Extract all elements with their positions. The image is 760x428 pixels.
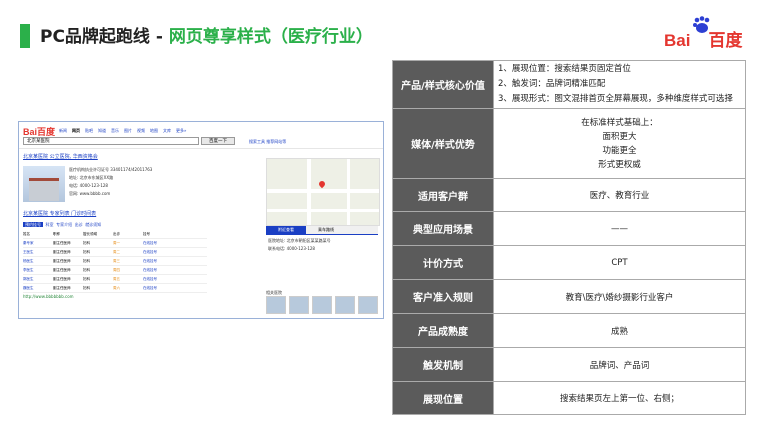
result-line: 电话: 4000-123-128 — [69, 183, 108, 188]
slide-title: PC品牌起跑线 - 网页尊享样式（医疗行业） — [40, 22, 373, 47]
screenshot-top-right[interactable]: 搜索工具 推荐网站等 — [249, 139, 286, 145]
sub-tab[interactable]: 专家介绍 — [56, 222, 72, 227]
table-row: 适用客户群 医疗、教育行业 — [392, 178, 746, 212]
row-value: 1、展现位置：搜索结果页固定首位 2、触发词：品牌词精准匹配 3、展现形式：图文… — [493, 60, 746, 109]
map-tab[interactable]: 附近查看 — [266, 226, 306, 234]
row-value: 医疗、教育行业 — [493, 178, 746, 212]
map-tabs: 附近查看 乘车路线 — [266, 226, 378, 235]
nav-item[interactable]: 地图 — [150, 128, 158, 133]
slide-title-highlight: 网页尊享样式（医疗行业） — [168, 27, 373, 47]
screenshot-search-input[interactable]: 北京某医院 — [23, 137, 199, 145]
table-row: 触发机制 品牌词、产品词 — [392, 347, 746, 382]
sub-tabs: 预约挂号 科室 专家介绍 出诊 就诊须知 — [23, 222, 101, 228]
table-row: 展现位置 搜索结果页左上第一位、右侧； — [392, 381, 746, 415]
row-label: 典型应用场景 — [392, 211, 494, 246]
nav-item[interactable]: 知道 — [98, 128, 106, 133]
doctor-table: 姓名 职称 擅长领域 出诊 挂号 秦专家 副主任医师 妇科 周一 在线挂号 王医生 副主任医师 妇科… — [23, 230, 207, 293]
table-row: 李医生 副主任医师 妇科 周四 在线挂号 — [23, 266, 207, 275]
table-row: 姓名 职称 擅长领域 出诊 挂号 — [23, 230, 207, 239]
nav-item[interactable]: 视频 — [137, 128, 145, 133]
nav-item[interactable]: 音乐 — [111, 128, 119, 133]
related-thumb[interactable] — [312, 296, 332, 314]
table-row: 魏医生 副主任医师 妇科 周六 在线挂号 — [23, 284, 207, 293]
sub-tab[interactable]: 出诊 — [75, 222, 83, 227]
table-row: 计价方式 CPT — [392, 245, 746, 280]
related-hospitals: 相关医院 — [266, 290, 378, 314]
sub-tab[interactable]: 就诊须知 — [85, 222, 101, 227]
map-pin-icon — [317, 179, 327, 189]
related-thumb[interactable] — [266, 296, 286, 314]
table-row: 媒体/样式优势 在标准样式基础上： 面积更大 功能更全 形式更权威 — [392, 108, 746, 179]
result-title-link[interactable]: 北京某医院 公立医院, 华西资格会 — [23, 153, 98, 160]
table-row: 产品成熟度 成熟 — [392, 313, 746, 348]
baidu-logo-text: Bai — [664, 31, 691, 50]
product-info-table: 产品/样式核心价值 1、展现位置：搜索结果页固定首位 2、触发词：品牌词精准匹配… — [392, 60, 746, 415]
row-value: 搜索结果页左上第一位、右侧； — [493, 381, 746, 415]
related-thumb[interactable] — [289, 296, 309, 314]
screenshot-nav: 新闻 网页 贴吧 知道 音乐 图片 视频 地图 文库 更多» — [59, 128, 191, 134]
row-value: 教育\医疗\婚纱摄影行业客户 — [493, 279, 746, 314]
row-value: 成熟 — [493, 313, 746, 348]
sub-tab[interactable]: 科室 — [46, 222, 54, 227]
nav-item[interactable]: 网页 — [72, 128, 80, 133]
baidu-logo-cn: 百度 — [708, 31, 743, 50]
sub-tab[interactable]: 预约挂号 — [23, 222, 43, 227]
result-url: http://www.bbbbbbb.com — [23, 294, 74, 299]
title-accent-bar — [20, 24, 30, 48]
table-row: 典型应用场景 —— — [392, 211, 746, 246]
result-line: 地址: 北京市东城区XX路 — [69, 175, 114, 180]
table-row: 客户准入规则 教育\医疗\婚纱摄影行业客户 — [392, 279, 746, 314]
row-label: 客户准入规则 — [392, 279, 494, 314]
row-label: 媒体/样式优势 — [392, 108, 494, 179]
row-label: 计价方式 — [392, 245, 494, 280]
row-label: 产品成熟度 — [392, 313, 494, 348]
sub-title-link[interactable]: 北京某医院 专家列表 门诊时间表 — [23, 210, 96, 217]
row-value: —— — [493, 211, 746, 246]
screenshot-header: Bai百度 新闻 网页 贴吧 知道 音乐 图片 视频 地图 文库 更多» 北京某医院 百度一下 搜… — [19, 122, 383, 149]
row-value: 品牌词、产品词 — [493, 347, 746, 382]
nav-item[interactable]: 新闻 — [59, 128, 67, 133]
slide-title-prefix: PC品牌起跑线 - — [40, 27, 169, 47]
search-result-screenshot: Bai百度 新闻 网页 贴吧 知道 音乐 图片 视频 地图 文库 更多» 北京某医院 百度一下 搜… — [18, 121, 384, 319]
nav-item[interactable]: 文库 — [163, 128, 171, 133]
related-thumb[interactable] — [358, 296, 378, 314]
screenshot-search-button[interactable]: 百度一下 — [201, 137, 235, 145]
nav-item[interactable]: 更多» — [176, 128, 186, 133]
map-tab[interactable]: 乘车路线 — [306, 226, 346, 234]
hospital-image — [23, 166, 65, 202]
result-line: 官网: www.bbbb.com — [69, 191, 111, 196]
map-info-line: 联系电话: 4000-123-128 — [268, 246, 315, 251]
row-label: 适用客户群 — [392, 178, 494, 212]
table-row: 杨医生 副主任医师 妇科 周三 在线挂号 — [23, 257, 207, 266]
row-label: 产品/样式核心价值 — [392, 60, 494, 109]
table-row: 产品/样式核心价值 1、展现位置：搜索结果页固定首位 2、触发词：品牌词精准匹配… — [392, 60, 746, 109]
table-row: 郭医生 副主任医师 妇科 周五 在线挂号 — [23, 275, 207, 284]
table-row: 秦专家 副主任医师 妇科 周一 在线挂号 — [23, 239, 207, 248]
map-info-line: 医院地址: 北京市朝阳区某某路某号 — [268, 238, 331, 243]
nav-item[interactable]: 图片 — [124, 128, 132, 133]
nav-item[interactable]: 贴吧 — [85, 128, 93, 133]
table-row: 王医生 副主任医师 妇科 周二 在线挂号 — [23, 248, 207, 257]
map-widget[interactable] — [266, 158, 380, 226]
related-thumb[interactable] — [335, 296, 355, 314]
row-value: CPT — [493, 245, 746, 280]
row-label: 展现位置 — [392, 381, 494, 415]
row-value: 在标准样式基础上： 面积更大 功能更全 形式更权威 — [493, 108, 746, 179]
baidu-logo: Bai 百度 — [664, 16, 748, 50]
result-line: 医疗机构执业许可证号 33401174/42011763 — [69, 167, 153, 172]
row-label: 触发机制 — [392, 347, 494, 382]
